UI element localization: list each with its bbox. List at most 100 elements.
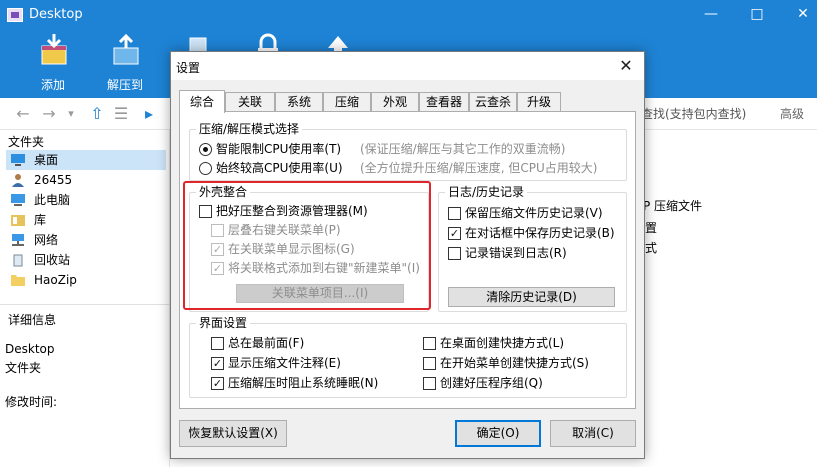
maximize-icon[interactable]: □ (734, 0, 780, 30)
dialog-title: 设置 (176, 61, 201, 75)
tab-association[interactable]: 关联 (225, 92, 275, 112)
history-dropdown-icon[interactable]: ▾ (62, 105, 80, 123)
add-archive-icon (38, 32, 70, 66)
radio-label: 智能限制CPU使用率(T) (216, 142, 342, 156)
close-window-icon[interactable]: ✕ (780, 0, 817, 30)
right-panel-text-1: P 压缩文件 (643, 199, 703, 213)
restore-defaults-button[interactable]: 恢复默认设置(X) (179, 420, 287, 447)
sidebar-item-haozip[interactable]: HaoZip (6, 270, 166, 290)
toolbar-add-button[interactable]: 添加 (23, 30, 83, 98)
radio-label: 始终较高CPU使用率(U) (216, 161, 343, 175)
sidebar-item-user[interactable]: 26455 (6, 170, 166, 190)
details-type: 文件夹 (5, 361, 42, 375)
folder-sidebar: 文件夹 桌面 26455 此电脑 库 网络 回收站 HaoZip 详细信息 De… (0, 130, 170, 467)
checkbox-unchecked-icon (423, 377, 436, 390)
cancel-button[interactable]: 取消(C) (550, 420, 636, 447)
sidebar-item-label: 库 (34, 213, 47, 227)
smart-cpu-note: (保证压缩/解压与其它工作的双重流畅) (360, 142, 566, 156)
tab-appearance[interactable]: 外观 (371, 92, 419, 112)
sidebar-item-recycle-bin[interactable]: 回收站 (6, 250, 166, 270)
extract-icon (110, 32, 142, 66)
computer-icon (10, 193, 26, 207)
sidebar-item-label: 桌面 (34, 153, 59, 167)
toolbar-extract-label: 解压到 (106, 78, 143, 92)
file-list-area: P 压缩文件 置 式 (637, 130, 817, 467)
tab-compress[interactable]: 压缩 (323, 92, 371, 112)
haozip-app-icon (7, 8, 23, 22)
high-cpu-note: (全方位提升压缩/解压速度, 但CPU占用较大) (360, 161, 598, 175)
mode-group: 压缩/解压模式选择 智能限制CPU使用率(T) (保证压缩/解压与其它工作的双重… (189, 122, 627, 181)
tab-upgrade[interactable]: 升级 (517, 92, 561, 112)
sidebar-item-label: 此电脑 (34, 193, 71, 207)
radio-off-icon (199, 162, 212, 175)
ui-group-title: 界面设置 (196, 316, 251, 330)
ui-settings-group: 界面设置 总在最前面(F) ✓ 显示压缩文件注释(E) ✓ 压缩解压时阻止系统睡… (189, 316, 627, 398)
search-input[interactable]: 查找(支持包内查找) (640, 103, 774, 125)
sidebar-item-label: HaoZip (34, 273, 77, 287)
checkbox-label: 在开始菜单创建快捷方式(S) (440, 356, 589, 370)
checkbox-label: 在对话框中保存历史记录(B) (465, 226, 615, 240)
sidebar-heading: 文件夹 (8, 135, 45, 149)
main-titlebar: Desktop — □ ✕ (0, 0, 817, 30)
details-modified: 修改时间: (5, 395, 58, 409)
checkbox-checked-icon: ✓ (211, 357, 224, 370)
checkbox-checked-icon: ✓ (448, 227, 461, 240)
clear-history-button[interactable]: 清除历史记录(D) (448, 287, 615, 307)
path-dropdown-icon[interactable]: ▸ (140, 105, 158, 123)
checkbox-checked-icon: ✓ (211, 377, 224, 390)
radio-on-icon (199, 143, 212, 156)
log-group-title: 日志/历史记录 (445, 185, 528, 199)
right-panel-text-2: 置 (645, 221, 658, 235)
sidebar-item-this-pc[interactable]: 此电脑 (6, 190, 166, 210)
checkbox-label: 创建好压程序组(Q) (440, 376, 543, 390)
checkbox-unchecked-icon (448, 207, 461, 220)
highlight-annotation-box (183, 181, 431, 310)
mode-group-title: 压缩/解压模式选择 (196, 122, 303, 136)
checkbox-label: 记录错误到日志(R) (465, 246, 567, 260)
recycle-bin-icon (10, 253, 26, 267)
sidebar-item-desktop[interactable]: 桌面 (6, 150, 166, 170)
up-folder-icon[interactable]: ⇧ (88, 105, 106, 123)
checkbox-unchecked-icon (211, 337, 224, 350)
checkbox-unchecked-icon (423, 337, 436, 350)
tab-system[interactable]: 系统 (275, 92, 323, 112)
network-icon (10, 233, 26, 247)
user-icon (10, 173, 26, 187)
dialog-titlebar: 设置 ✕ (171, 52, 644, 80)
view-mode-icon[interactable]: ☰ (112, 105, 130, 123)
tab-general[interactable]: 综合 (179, 90, 225, 113)
checkbox-unchecked-icon (423, 357, 436, 370)
sidebar-item-label: 回收站 (34, 253, 71, 267)
desktop-icon (10, 153, 26, 167)
sidebar-item-label: 网络 (34, 233, 59, 247)
checkbox-label: 保留压缩文件历史记录(V) (465, 206, 603, 220)
sidebar-divider (0, 304, 170, 305)
sidebar-item-network[interactable]: 网络 (6, 230, 166, 250)
right-panel-text-3: 式 (645, 241, 658, 255)
tab-cloud-scan[interactable]: 云查杀 (469, 92, 517, 112)
window-title: Desktop (29, 7, 83, 22)
toolbar-add-label: 添加 (40, 78, 65, 92)
sidebar-item-library[interactable]: 库 (6, 210, 166, 230)
details-heading: 详细信息 (8, 313, 57, 327)
checkbox-label: 显示压缩文件注释(E) (228, 356, 341, 370)
checkbox-label: 在桌面创建快捷方式(L) (440, 336, 565, 350)
high-cpu-radio[interactable]: 始终较高CPU使用率(U) (199, 159, 343, 177)
dialog-close-icon[interactable]: ✕ (608, 52, 644, 80)
minimize-icon[interactable]: — (688, 0, 734, 30)
smart-cpu-radio[interactable]: 智能限制CPU使用率(T) (199, 140, 342, 158)
forward-icon[interactable]: → (40, 105, 58, 123)
back-icon[interactable]: ← (14, 105, 32, 123)
toolbar-extract-button[interactable]: 解压到 (95, 30, 155, 98)
folder-icon (10, 273, 26, 287)
details-name: Desktop (5, 342, 55, 356)
library-icon (10, 213, 26, 227)
checkbox-unchecked-icon (448, 247, 461, 260)
tab-viewer[interactable]: 查看器 (419, 92, 469, 112)
sidebar-item-label: 26455 (34, 173, 73, 187)
checkbox-label: 总在最前面(F) (228, 336, 305, 350)
ok-button[interactable]: 确定(O) (455, 420, 541, 447)
log-history-group: 日志/历史记录 保留压缩文件历史记录(V) ✓ 在对话框中保存历史记录(B) 记… (438, 185, 627, 312)
advanced-search-link[interactable]: 高级 (780, 103, 816, 125)
checkbox-label: 压缩解压时阻止系统睡眠(N) (228, 376, 379, 390)
